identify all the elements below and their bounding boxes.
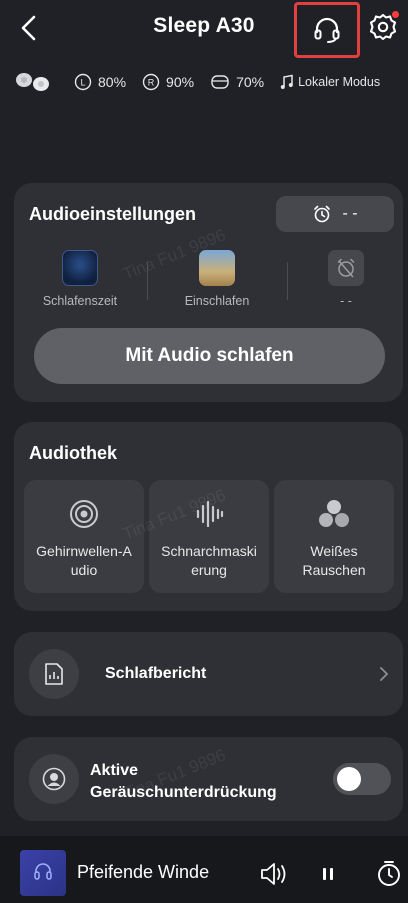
alarm-button[interactable]: - -	[276, 196, 394, 232]
tile-white-noise[interactable]: Weißes Rauschen	[274, 480, 394, 593]
left-earbud-icon: L	[74, 73, 92, 91]
earbuds-image	[14, 67, 54, 97]
right-earbud-icon: R	[142, 73, 160, 91]
headset-icon	[314, 17, 340, 43]
right-battery-value: 90%	[166, 74, 195, 90]
album-cover[interactable]	[20, 850, 66, 896]
alarm-clock-icon	[314, 205, 331, 223]
mode-label-bedtime: Schlafenszeit	[42, 294, 118, 308]
mode-label-fall-asleep: Einschlafen	[184, 294, 250, 308]
music-note-icon	[280, 74, 293, 89]
notification-dot	[392, 11, 399, 18]
tile-label: Gehirnwellen-A udio	[36, 543, 132, 578]
alarm-value: - -	[342, 205, 358, 222]
anc-icon-circle	[29, 754, 79, 804]
anc-label-line2: Geräuschunterdrückung	[90, 784, 277, 801]
right-battery: R 90%	[142, 73, 194, 91]
case-battery-value: 70%	[236, 74, 265, 90]
sleep-report-label: Schlafbericht	[105, 665, 207, 682]
wheat-field-thumbnail	[199, 250, 235, 286]
headphones-logo-icon	[34, 863, 52, 880]
soundwave-icon	[196, 500, 224, 528]
divider	[147, 262, 148, 300]
tile-brainwave-audio[interactable]: Gehirnwellen-A udio	[24, 480, 144, 593]
svg-text:R: R	[148, 78, 155, 88]
device-status-bar: L 80% R 90% 70% Lokaler Modus	[14, 66, 408, 98]
headset-button[interactable]	[294, 2, 360, 58]
anc-toggle-knob[interactable]	[337, 767, 361, 791]
mode-label: Lokaler Modus	[298, 75, 381, 89]
pause-icon[interactable]	[320, 864, 336, 884]
tile-label: Weißes Rauschen	[302, 543, 366, 578]
audio-library-title: Audiothek	[29, 443, 117, 463]
alarm-off-icon	[337, 258, 355, 278]
mode-fall-asleep[interactable]: Einschlafen	[157, 250, 277, 308]
night-sky-thumbnail	[62, 250, 98, 286]
mode-label-wake: - -	[340, 294, 352, 308]
anc-icon	[42, 767, 66, 791]
alarm-off-thumbnail	[328, 250, 364, 286]
left-battery-value: 80%	[98, 74, 127, 90]
mode-bedtime[interactable]: Schlafenszeit	[20, 250, 140, 308]
case-icon	[211, 75, 229, 89]
left-battery: L 80%	[74, 73, 126, 91]
target-icon	[70, 500, 98, 528]
audio-settings-title: Audioeinstellungen	[29, 204, 197, 224]
mode-wake[interactable]: - -	[286, 250, 406, 308]
track-title[interactable]: Pfeifende Winde	[77, 862, 209, 883]
sleep-with-audio-button[interactable]: Mit Audio schlafen	[34, 328, 385, 384]
sleep-report-row[interactable]: Schlafbericht	[14, 632, 403, 716]
timer-icon[interactable]	[376, 859, 402, 887]
earbuds-icon	[16, 73, 49, 91]
report-icon	[45, 663, 63, 685]
volume-icon[interactable]	[259, 860, 289, 888]
case-battery: 70%	[210, 74, 264, 90]
tile-snore-masking[interactable]: Schnarchmaski erung	[149, 480, 269, 593]
anc-label-line1: Aktive	[90, 762, 139, 779]
mode-indicator: Lokaler Modus	[280, 74, 380, 90]
anc-label: Aktive Geräuschunterdrückung	[90, 760, 277, 804]
svg-text:L: L	[80, 78, 85, 88]
chevron-right-icon	[380, 667, 389, 681]
report-icon-circle	[29, 649, 79, 699]
cluster-icon	[319, 500, 349, 527]
tile-label: Schnarchmaski erung	[161, 543, 257, 578]
